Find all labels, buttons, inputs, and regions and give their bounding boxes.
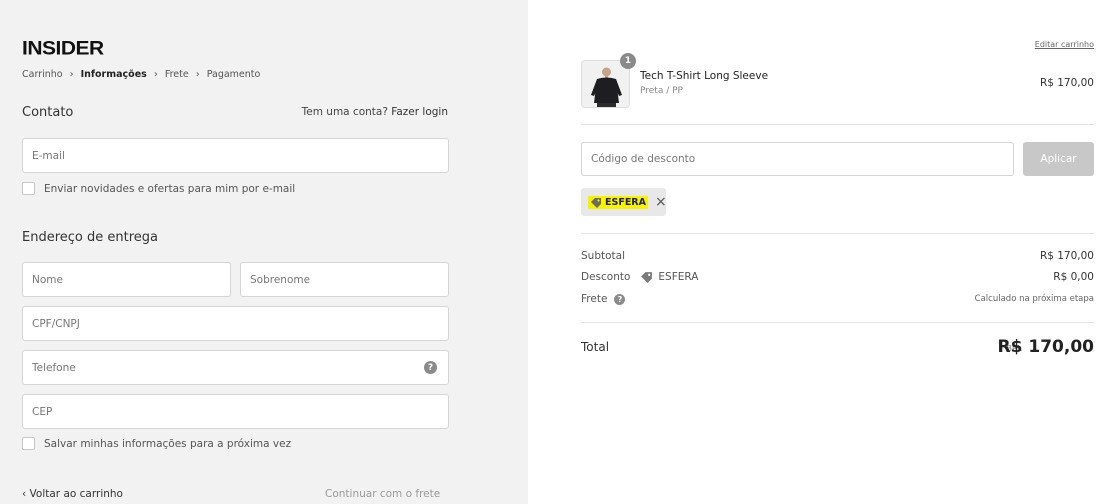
shipping-label: Frete <box>581 293 608 305</box>
shipping-row: Frete ? Calculado na próxima etapa <box>581 293 1094 305</box>
cpf-field[interactable]: CPF/CNPJ <box>22 306 449 341</box>
shipping-value: Calculado na próxima etapa <box>974 294 1094 304</box>
login-link[interactable]: Fazer login <box>391 106 448 118</box>
checkbox-box[interactable] <box>22 437 35 450</box>
shipping-title: Endereço de entrega <box>22 230 158 245</box>
total-value: R$ 170,00 <box>997 337 1094 357</box>
chevron-right-icon: › <box>195 69 200 80</box>
total-label: Total <box>581 340 610 354</box>
back-to-cart-link[interactable]: ‹ Voltar ao carrinho <box>22 488 123 500</box>
discount-tag-highlight: ESFERA <box>588 195 648 209</box>
discount-placeholder: Código de desconto <box>591 153 696 165</box>
save-info-label: Salvar minhas informações para a próxima… <box>44 437 292 450</box>
cep-field[interactable]: CEP <box>22 394 449 429</box>
chevron-right-icon: › <box>69 69 74 80</box>
phone-placeholder: Telefone <box>32 361 76 374</box>
help-icon[interactable]: ? <box>614 293 626 305</box>
discount-code-summary: ESFERA <box>658 271 699 283</box>
edit-cart-link[interactable]: Editar carrinho <box>1035 40 1094 49</box>
insider-logo[interactable]: INSIDER <box>22 38 104 60</box>
last-name-field[interactable]: Sobrenome <box>240 262 449 297</box>
discount-row-label: Desconto ESFERA <box>581 271 698 283</box>
close-icon[interactable]: × <box>655 195 667 209</box>
product-price: R$ 170,00 <box>1039 77 1094 89</box>
tag-icon <box>640 271 653 283</box>
divider <box>581 124 1094 125</box>
discount-code-input[interactable]: Código de desconto <box>581 142 1014 176</box>
product-name: Tech T-Shirt Long Sleeve <box>640 70 769 82</box>
discount-row: Desconto ESFERA R$ 0,00 <box>581 271 1094 283</box>
discount-value: R$ 0,00 <box>1053 271 1094 283</box>
login-prompt-text: Tem uma conta? <box>301 106 388 118</box>
checkbox-box[interactable] <box>22 182 35 195</box>
subtotal-value: R$ 170,00 <box>1039 250 1094 262</box>
breadcrumb-carrinho[interactable]: Carrinho <box>22 69 63 80</box>
email-field[interactable]: E-mail <box>22 138 449 173</box>
apply-discount-button[interactable]: Aplicar <box>1023 142 1094 176</box>
continue-shipping-button[interactable]: Continuar com o frete <box>325 488 440 500</box>
back-label: Voltar ao carrinho <box>29 488 123 500</box>
cep-placeholder: CEP <box>32 405 53 418</box>
divider <box>581 233 1094 234</box>
first-name-field[interactable]: Nome <box>22 262 231 297</box>
discount-label: Desconto <box>581 271 631 283</box>
login-prompt: Tem uma conta? Fazer login <box>302 106 448 118</box>
breadcrumb-pagamento: Pagamento <box>206 69 261 80</box>
cpf-placeholder: CPF/CNPJ <box>32 317 80 330</box>
discount-code-label: ESFERA <box>605 196 646 208</box>
save-info-checkbox[interactable]: Salvar minhas informações para a próxima… <box>22 437 291 450</box>
last-name-placeholder: Sobrenome <box>250 273 311 286</box>
breadcrumb-frete: Frete <box>164 69 189 80</box>
checkout-form-panel: INSIDER Carrinho › Informações › Frete ›… <box>0 0 528 504</box>
help-icon[interactable]: ? <box>424 361 437 374</box>
breadcrumb-informacoes: Informações <box>80 69 147 80</box>
tag-icon <box>591 197 601 208</box>
applied-discount-tag: ESFERA × <box>581 188 667 216</box>
breadcrumb: Carrinho › Informações › Frete › Pagamen… <box>22 69 260 80</box>
newsletter-checkbox[interactable]: Enviar novidades e ofertas para mim por … <box>22 182 295 195</box>
contact-title: Contato <box>22 105 74 120</box>
email-placeholder: E-mail <box>32 149 65 162</box>
order-summary-panel: Editar carrinho 1 Tech T-Shirt Long Slee… <box>528 0 1107 504</box>
quantity-badge: 1 <box>620 53 636 69</box>
subtotal-label: Subtotal <box>581 250 625 262</box>
chevron-left-icon: ‹ <box>22 488 27 500</box>
newsletter-label: Enviar novidades e ofertas para mim por … <box>44 182 296 195</box>
chevron-right-icon: › <box>153 69 158 80</box>
shipping-row-label: Frete ? <box>581 293 626 305</box>
divider <box>581 322 1094 323</box>
first-name-placeholder: Nome <box>32 273 63 286</box>
tshirt-image <box>582 61 629 107</box>
subtotal-row: Subtotal R$ 170,00 <box>581 250 1094 262</box>
product-variant: Preta / PP <box>640 86 683 96</box>
phone-field[interactable]: Telefone ? <box>22 350 449 385</box>
